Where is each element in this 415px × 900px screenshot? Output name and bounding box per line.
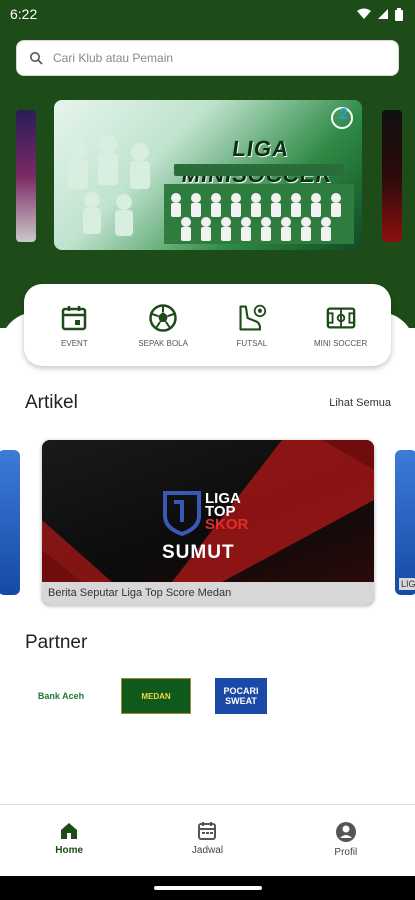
partner-bank-aceh[interactable]: Bank Aceh bbox=[25, 678, 97, 714]
banner-badge: 2 bbox=[339, 106, 348, 123]
wifi-icon bbox=[357, 8, 371, 19]
status-bar: 6:22 bbox=[0, 0, 415, 28]
partner-name: MEDAN bbox=[141, 691, 171, 701]
status-time: 6:22 bbox=[10, 6, 38, 22]
liga-top-skor-shield-icon bbox=[163, 491, 201, 536]
article-next-caption: LIG bbox=[399, 578, 415, 590]
article-card[interactable]: LIGA TOP SKOR SUMUT Berita Seputar Liga … bbox=[42, 440, 374, 605]
system-gesture-bar bbox=[0, 876, 415, 900]
category-card: EVENT SEPAK BOLA FUTSAL MINI SOCCER bbox=[24, 284, 391, 366]
category-label: SEPAK BOLA bbox=[138, 338, 188, 348]
banner-subtitle-strip bbox=[174, 164, 344, 176]
bottom-navigation: Home Jadwal Profil bbox=[0, 804, 415, 876]
category-label: MINI SOCCER bbox=[313, 338, 368, 348]
articles-title: Artikel bbox=[25, 392, 78, 413]
partner-medan[interactable]: MEDAN bbox=[121, 678, 191, 714]
signal-icon bbox=[378, 9, 388, 19]
partners-header: Partner bbox=[25, 632, 391, 654]
gesture-handle[interactable] bbox=[154, 886, 262, 890]
nav-jadwal[interactable]: Jadwal bbox=[157, 805, 257, 876]
banner-main[interactable]: LIGA MINISOCCER bbox=[54, 100, 362, 250]
article-image: LIGA TOP SKOR SUMUT bbox=[42, 440, 374, 582]
partners-title: Partner bbox=[25, 632, 88, 653]
article-prev-peek[interactable] bbox=[0, 450, 20, 595]
see-all-link[interactable]: Lihat Semua bbox=[329, 397, 391, 409]
banner-next-peek[interactable] bbox=[382, 110, 402, 242]
partner-name: POCARI SWEAT bbox=[223, 686, 259, 706]
nav-label: Home bbox=[55, 845, 84, 856]
article-next-peek[interactable]: LIG bbox=[395, 450, 415, 595]
search-input[interactable] bbox=[53, 51, 386, 65]
player-photos bbox=[68, 135, 150, 236]
partner-name: Bank Aceh bbox=[37, 691, 85, 701]
battery-icon bbox=[395, 7, 403, 21]
category-label: EVENT bbox=[61, 338, 88, 348]
category-label: FUTSAL bbox=[236, 338, 268, 348]
category-futsal[interactable]: FUTSAL bbox=[212, 303, 292, 348]
field-icon bbox=[326, 303, 356, 333]
banner-title: LIGA MINISOCCER bbox=[180, 136, 334, 187]
category-mini-soccer[interactable]: MINI SOCCER bbox=[301, 303, 381, 348]
futsal-shoe-icon bbox=[237, 303, 267, 333]
logo-line-skor: SKOR bbox=[205, 516, 249, 533]
category-event[interactable]: EVENT bbox=[34, 303, 114, 348]
status-icons bbox=[357, 7, 403, 21]
logo-line-sumut: SUMUT bbox=[162, 542, 235, 563]
search-icon bbox=[30, 52, 43, 65]
nav-profil[interactable]: Profil bbox=[296, 805, 396, 876]
banner-carousel[interactable]: LIGA MINISOCCER bbox=[0, 96, 415, 256]
partner-list: Bank Aceh MEDAN POCARI SWEAT bbox=[25, 678, 267, 714]
search-bar[interactable] bbox=[16, 40, 399, 76]
team-photo bbox=[164, 184, 354, 244]
soccer-ball-icon bbox=[148, 303, 178, 333]
liga-logo-text: LIGA TOP SKOR bbox=[205, 491, 249, 533]
nav-label: Jadwal bbox=[191, 845, 224, 856]
home-icon bbox=[61, 823, 78, 839]
category-sepak-bola[interactable]: SEPAK BOLA bbox=[123, 303, 203, 348]
partner-pocari-sweat[interactable]: POCARI SWEAT bbox=[215, 678, 267, 714]
article-caption: Berita Seputar Liga Top Score Medan bbox=[42, 582, 374, 605]
nav-label: Profil bbox=[334, 847, 358, 858]
articles-header: Artikel Lihat Semua bbox=[25, 392, 391, 414]
calendar-icon bbox=[59, 303, 89, 333]
banner-prev-peek[interactable] bbox=[16, 110, 36, 242]
nav-home[interactable]: Home bbox=[19, 805, 119, 876]
calendar-icon bbox=[198, 822, 217, 840]
profile-icon bbox=[335, 822, 356, 842]
